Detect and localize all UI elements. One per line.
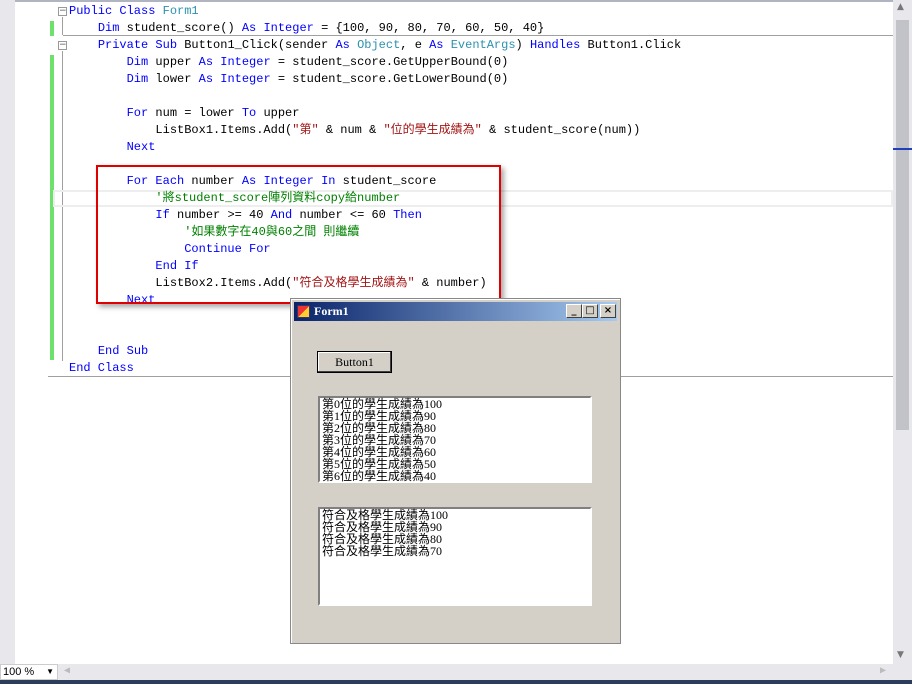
collapse-icon[interactable]: − — [58, 41, 67, 50]
code-token: Button1.Click — [580, 38, 682, 52]
code-line: Public Class Form1 — [69, 3, 199, 20]
code-line: End Class — [69, 360, 134, 377]
code-token: EventArgs — [450, 38, 516, 52]
code-token: Button1_Click(sender — [177, 38, 336, 52]
button1[interactable]: Button1 — [317, 351, 392, 373]
code-token: As — [198, 72, 214, 86]
code-token: & num & — [318, 123, 384, 137]
code-token: Dim — [126, 72, 149, 86]
code-token: As — [241, 21, 257, 35]
code-token: lower — [148, 72, 199, 86]
scroll-left-icon[interactable]: ◀ — [64, 665, 70, 677]
code-token: , e — [400, 38, 430, 52]
title-bar[interactable]: Form1 _ □ × — [294, 302, 617, 321]
code-token: Dim — [97, 21, 120, 35]
code-token: num = lower — [148, 106, 242, 120]
code-token: Dim — [126, 55, 149, 69]
code-token: Object — [357, 38, 401, 52]
window-title: Form1 — [314, 304, 349, 318]
list-item[interactable]: 第6位的學生成績為40 — [322, 470, 590, 482]
code-token: "第" — [292, 123, 319, 137]
list-item[interactable]: 符合及格學生成績為70 — [322, 545, 590, 557]
code-line: End Sub — [69, 343, 148, 360]
editor-gutter — [0, 0, 15, 664]
code-token: upper — [148, 55, 199, 69]
vertical-scrollbar[interactable]: ▲ ▼ — [893, 0, 912, 664]
code-line: Private Sub Button1_Click(sender As Obje… — [69, 37, 681, 54]
change-marker — [50, 21, 54, 36]
code-token: For — [126, 106, 149, 120]
code-token: End Class — [69, 361, 134, 375]
code-token: To — [241, 106, 257, 120]
horizontal-scrollbar[interactable]: 100 % ▼ ◀ ▶ — [0, 664, 912, 680]
scroll-thumb[interactable] — [896, 20, 909, 430]
code-token: Public Class — [69, 4, 163, 18]
code-token: As — [429, 38, 444, 52]
caret-marker — [893, 148, 912, 150]
form1-window: Form1 _ □ × Button1 第0位的學生成績為100 第1位的學生成績… — [290, 298, 621, 644]
code-token: & student_score(num)) — [481, 123, 641, 137]
code-token: End Sub — [97, 344, 149, 358]
code-token: Form1 — [162, 4, 199, 18]
zoom-dropdown[interactable]: 100 % ▼ — [0, 664, 58, 680]
scroll-right-icon[interactable]: ▶ — [880, 665, 886, 677]
code-token: ListBox1.Items.Add( — [69, 123, 293, 137]
collapse-icon[interactable]: − — [58, 7, 67, 16]
code-token: As — [198, 55, 214, 69]
app-icon — [297, 305, 310, 318]
code-line: Dim upper As Integer = student_score.Get… — [69, 54, 509, 71]
code-token: = student_score.GetLowerBound(0) — [270, 72, 509, 86]
code-line: ListBox1.Items.Add("第" & num & "位的學生成績為"… — [69, 122, 640, 139]
close-button[interactable]: × — [600, 304, 616, 318]
code-token: Integer — [263, 21, 314, 35]
fold-line — [62, 17, 63, 35]
code-line: For num = lower To upper — [69, 105, 300, 122]
code-token: student_score() — [119, 21, 242, 35]
listbox1[interactable]: 第0位的學生成績為100 第1位的學生成績為90 第2位的學生成績為80 第3位的學生… — [318, 396, 592, 483]
zoom-level: 100 % — [3, 666, 35, 678]
scroll-up-icon[interactable]: ▲ — [897, 2, 904, 12]
code-line: Next — [69, 139, 156, 156]
code-token: Handles — [529, 38, 581, 52]
scroll-down-icon[interactable]: ▼ — [897, 650, 904, 660]
code-line: Dim lower As Integer = student_score.Get… — [69, 71, 509, 88]
code-token: ) — [515, 38, 530, 52]
change-marker — [50, 55, 54, 360]
code-token: Private Sub — [97, 38, 178, 52]
code-token: = student_score.GetUpperBound(0) — [270, 55, 509, 69]
code-token: "位的學生成績為" — [383, 123, 482, 137]
status-strip — [0, 680, 912, 684]
code-token: = {100, 90, 80, 70, 60, 50, 40} — [313, 21, 545, 35]
code-line: Dim student_score() As Integer = {100, 9… — [69, 20, 545, 37]
code-token: Integer — [220, 55, 271, 69]
highlight-box — [96, 165, 501, 304]
code-token: As — [335, 38, 350, 52]
maximize-button[interactable]: □ — [582, 304, 598, 318]
code-token: Integer — [220, 72, 271, 86]
listbox2[interactable]: 符合及格學生成績為100 符合及格學生成績為90 符合及格學生成績為80 符合及格學生… — [318, 507, 592, 606]
minimize-button[interactable]: _ — [566, 304, 582, 318]
code-token: Next — [126, 140, 156, 154]
code-token: upper — [256, 106, 300, 120]
chevron-down-icon: ▼ — [46, 667, 54, 676]
